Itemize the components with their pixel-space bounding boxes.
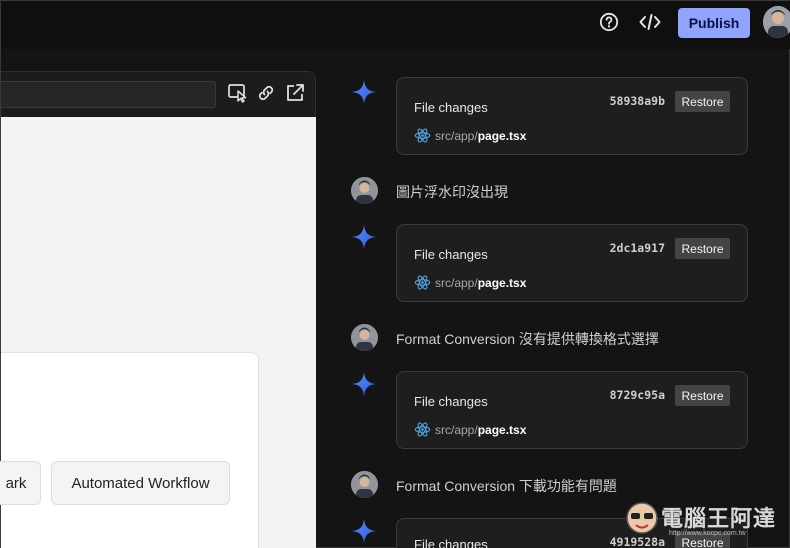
sparkle-icon (351, 518, 377, 544)
file-changes-card: File changes 8729c95a Restore src/app/pa… (396, 371, 748, 449)
commit-hash: 58938a9b (609, 94, 665, 108)
react-icon (414, 422, 431, 437)
file-changes-title: File changes (414, 537, 488, 548)
code-icon[interactable] (639, 11, 661, 33)
help-circle-icon[interactable] (598, 11, 620, 33)
avatar[interactable] (763, 6, 790, 38)
file-path[interactable]: src/app/page.tsx (414, 127, 526, 144)
user-avatar (351, 471, 378, 498)
watermark-url: http://www.kocpc.com.tw (669, 530, 746, 537)
react-icon (414, 275, 431, 290)
chat-thread: File changes 58938a9b Restore src/app/pa… (331, 49, 790, 548)
path-directory: src/app/ (435, 128, 478, 143)
commit-hash: 8729c95a (609, 388, 665, 402)
watermark: 電腦王阿達 http://www.kocpc.com.tw (621, 493, 781, 545)
file-changes-card: File changes 58938a9b Restore src/app/pa… (396, 77, 748, 155)
automated-workflow-chip[interactable]: Automated Workflow (51, 461, 230, 505)
restore-button[interactable]: Restore (675, 91, 730, 112)
file-changes-title: File changes (414, 394, 488, 409)
publish-button[interactable]: Publish (678, 8, 750, 38)
path-directory: src/app/ (435, 275, 478, 290)
path-directory: src/app/ (435, 422, 478, 437)
preview-card: ark Automated Workflow (0, 352, 259, 548)
file-path[interactable]: src/app/page.tsx (414, 274, 526, 291)
sparkle-icon (351, 224, 377, 250)
user-avatar (351, 177, 378, 204)
user-message: Format Conversion 下載功能有問題 (396, 478, 617, 494)
path-filename: page.tsx (477, 422, 527, 437)
select-element-icon[interactable] (227, 82, 249, 104)
user-message: 圖片浮水印沒出現 (396, 184, 508, 200)
watermark-chip[interactable]: ark (0, 461, 41, 505)
file-path[interactable]: src/app/page.tsx (414, 421, 526, 438)
top-bar: Publish (1, 1, 790, 49)
link-icon[interactable] (255, 82, 277, 104)
restore-button[interactable]: Restore (675, 238, 730, 259)
restore-button[interactable]: Restore (675, 385, 730, 406)
sparkle-icon (351, 79, 377, 105)
watermark-mascot-icon (626, 502, 658, 534)
preview-frame: ark Automated Workflow (0, 117, 316, 548)
external-link-icon[interactable] (284, 82, 306, 104)
user-avatar (351, 324, 378, 351)
path-filename: page.tsx (477, 275, 527, 290)
file-changes-title: File changes (414, 100, 488, 115)
preview-panel: ark Automated Workflow (0, 71, 316, 548)
commit-hash: 2dc1a917 (609, 241, 665, 255)
url-bar[interactable] (1, 81, 216, 108)
file-changes-card: File changes 2dc1a917 Restore src/app/pa… (396, 224, 748, 302)
user-message: Format Conversion 沒有提供轉換格式選擇 (396, 331, 659, 347)
path-filename: page.tsx (477, 128, 527, 143)
file-changes-title: File changes (414, 247, 488, 262)
sparkle-icon (351, 371, 377, 397)
react-icon (414, 128, 431, 143)
watermark-text: 電腦王阿達 (661, 506, 777, 531)
